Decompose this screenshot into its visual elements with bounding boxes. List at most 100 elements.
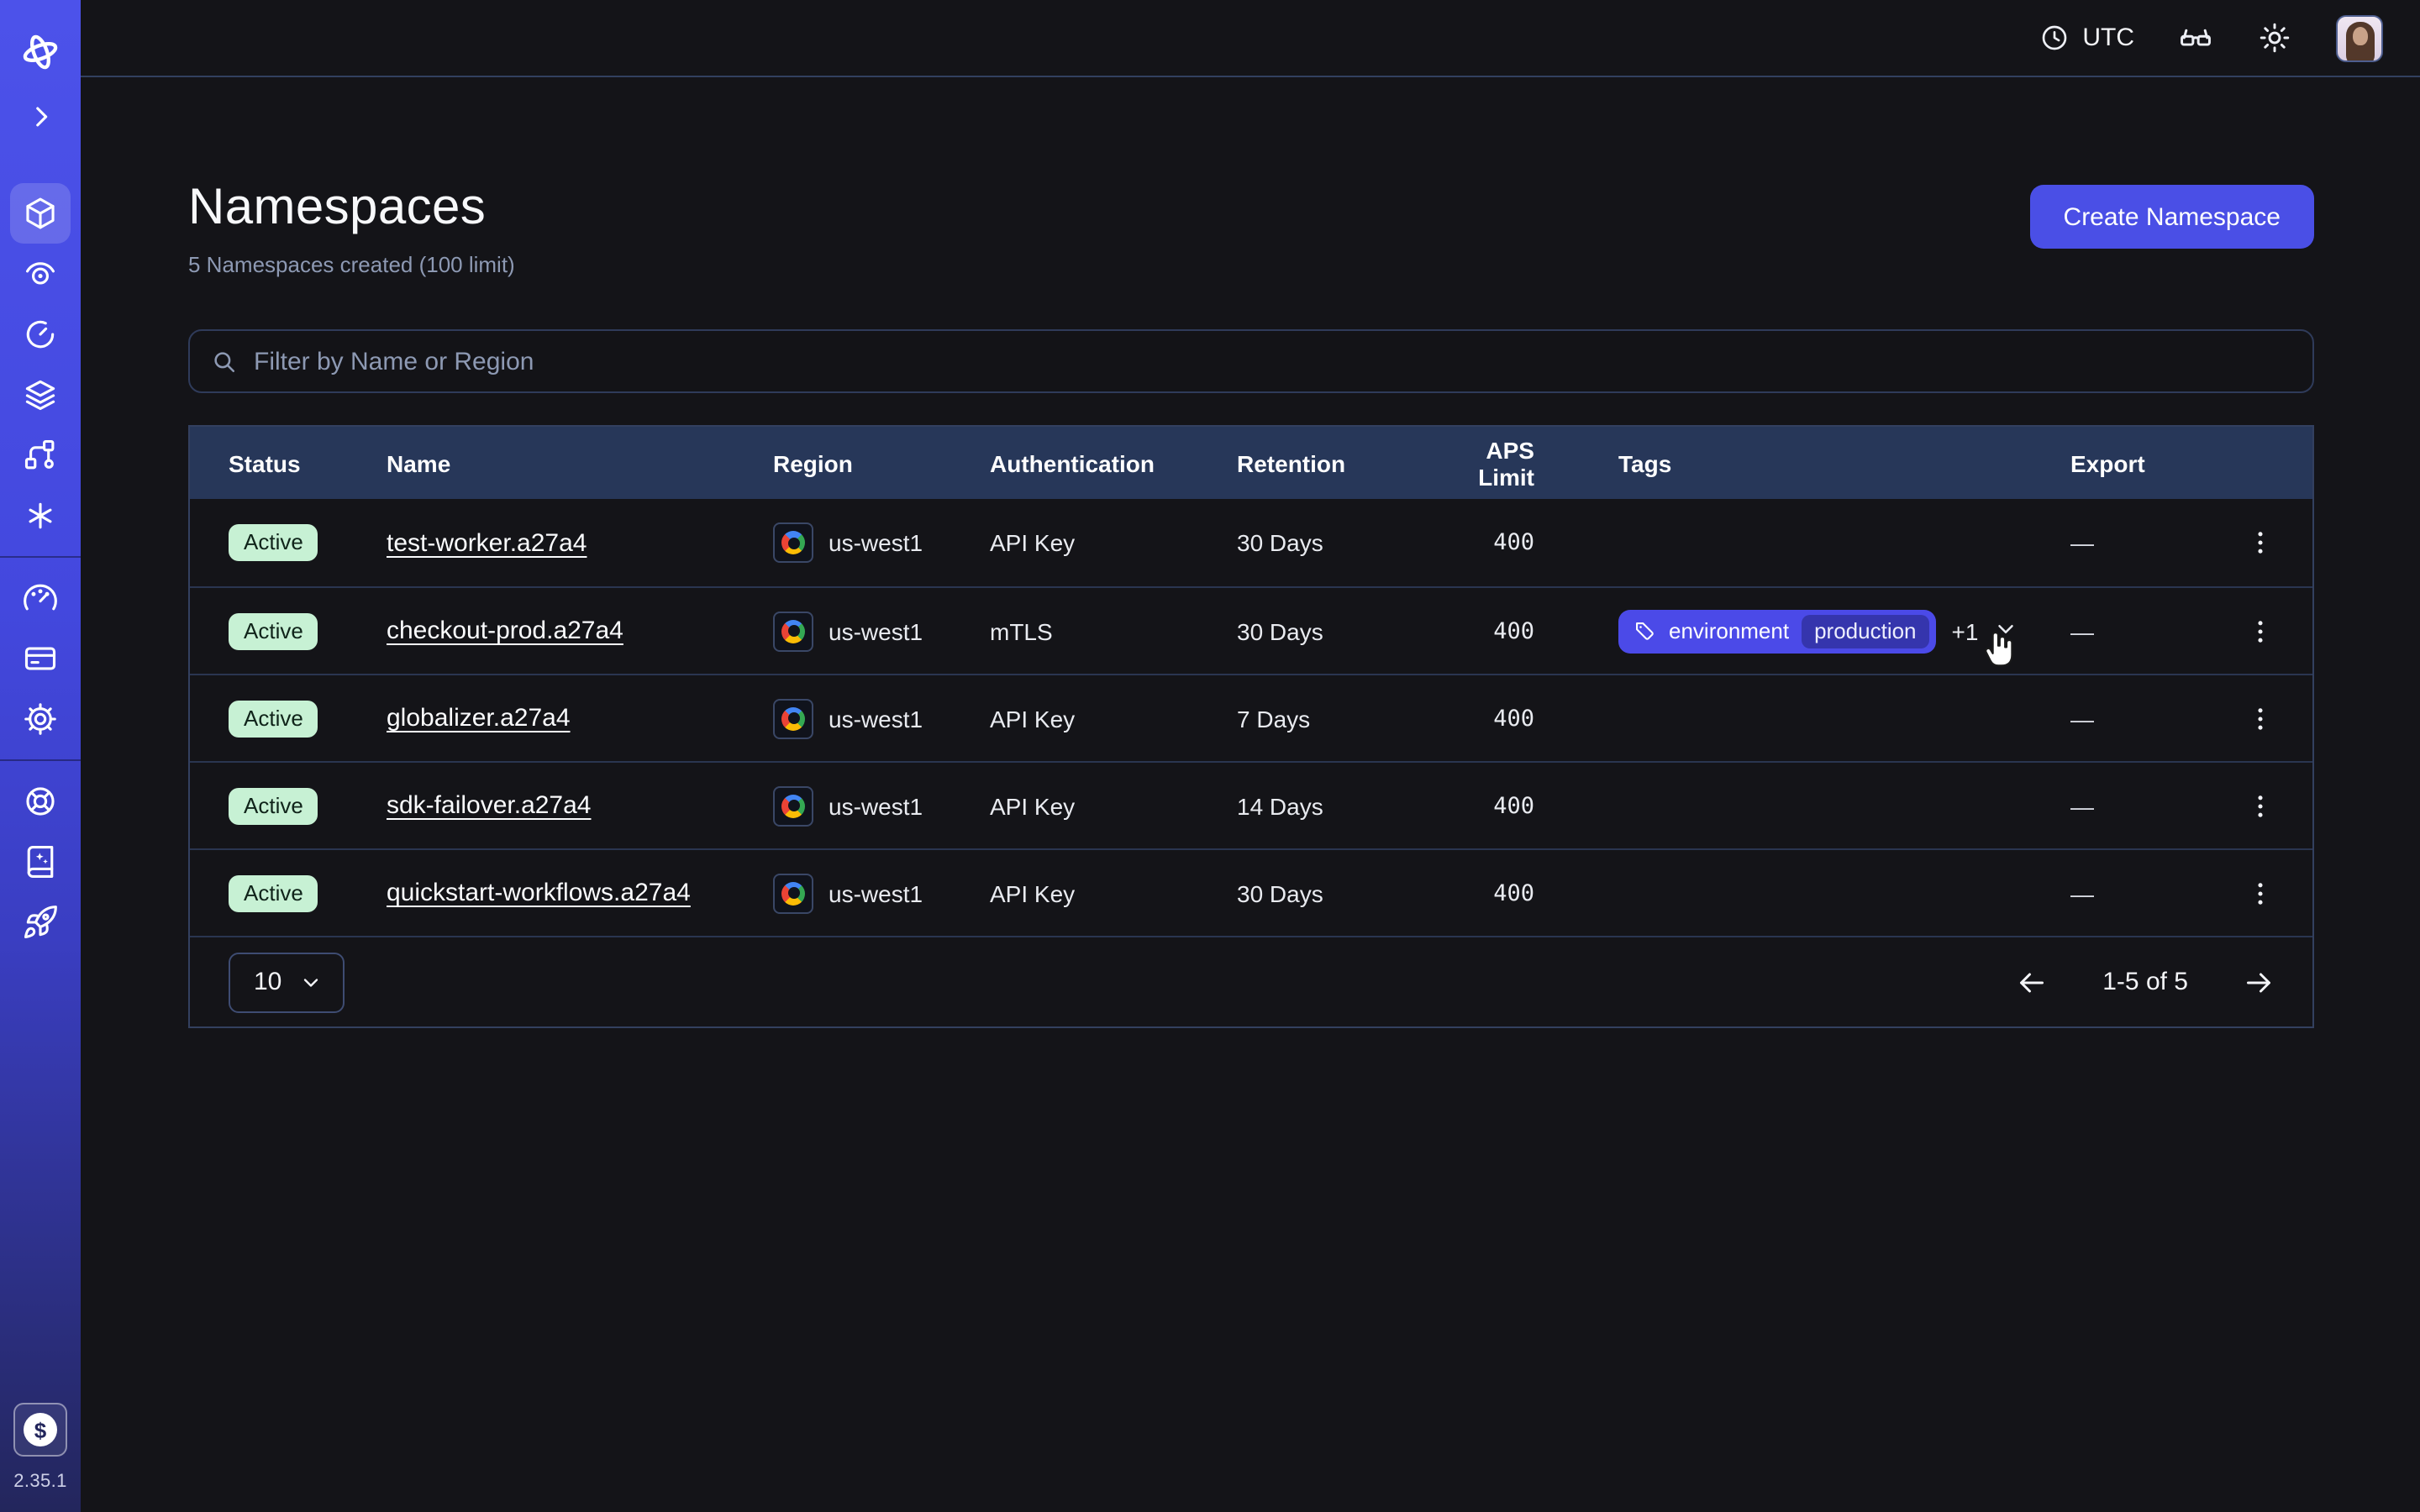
monitor-eye-icon [22,255,59,292]
sidebar-item-support[interactable] [10,771,71,832]
region-label: us-west1 [829,529,923,556]
retention-value: 7 Days [1237,705,1430,732]
region-label: us-west1 [829,792,923,819]
main-area: UTC Namespaces 5 Namespaces created (100… [81,0,2420,1512]
sidebar-divider [0,556,81,558]
page-header: Namespaces 5 Namespaces created (100 lim… [188,178,2314,277]
timer-icon [22,316,59,353]
auth-value: API Key [990,879,1237,906]
layers-icon [22,376,59,413]
retention-value: 14 Days [1237,792,1430,819]
life-ring-icon [22,783,59,820]
topbar: UTC [81,0,2420,77]
gcp-cloud-icon [773,785,813,826]
credits-button[interactable]: $ [13,1403,67,1457]
sidebar-item-docs[interactable] [10,832,71,892]
filter-input[interactable] [254,347,2292,375]
aps-limit-value: 400 [1430,879,1551,906]
export-value: — [2070,617,2207,644]
arrow-left-icon [2015,965,2049,999]
region-label: us-west1 [829,617,923,644]
book-sparkle-icon [22,843,59,880]
temporal-logo-icon[interactable] [10,22,71,82]
create-namespace-button[interactable]: Create Namespace [2030,185,2314,249]
gcp-cloud-icon [773,611,813,651]
timezone-selector[interactable]: UTC [2039,22,2134,54]
tags-more-count: +1 [1952,617,1979,644]
sidebar-item-usage[interactable] [10,568,71,628]
namespace-link[interactable]: quickstart-workflows.a27a4 [387,879,691,907]
table-header-row: Status Name Region Authentication Retent… [190,427,2312,499]
user-avatar[interactable] [2336,14,2383,61]
kebab-icon [2244,528,2275,558]
column-header-tags: Tags [1551,449,2070,476]
column-header-name: Name [387,449,773,476]
sidebar-item-schedules[interactable] [10,304,71,365]
aps-limit-value: 400 [1430,529,1551,556]
page-content: Namespaces 5 Namespaces created (100 lim… [81,77,2420,1028]
kebab-icon [2244,790,2275,821]
app-root: $ 2.35.1 UTC Namespaces 5 Namespaces cre… [0,0,2420,1512]
pager-range: 1-5 of 5 [2102,968,2188,996]
table-row: Active sdk-failover.a27a4 us-west1 API K… [190,761,2312,848]
arrow-right-icon [2242,965,2275,999]
status-badge: Active [229,524,318,561]
row-menu-button[interactable] [2236,695,2283,742]
sidebar-divider [0,759,81,761]
namespace-link[interactable]: checkout-prod.a27a4 [387,617,623,645]
page-subtitle: 5 Namespaces created (100 limit) [188,252,515,277]
gcp-cloud-icon [773,873,813,913]
row-menu-button[interactable] [2236,607,2283,654]
tag-value: production [1801,614,1929,648]
table-footer: 10 1-5 of 5 [190,936,2312,1026]
sidebar-item-nexus[interactable] [10,486,71,546]
sun-icon [2257,20,2292,55]
sidebar-item-billing[interactable] [10,628,71,689]
table-row: Active test-worker.a27a4 us-west1 API Ke… [190,499,2312,586]
sidebar-item-deployments[interactable] [10,425,71,486]
sidebar-item-settings[interactable] [10,689,71,749]
export-value: — [2070,792,2207,819]
asterisk-icon [22,497,59,534]
retention-value: 30 Days [1237,617,1430,644]
glasses-icon [2178,20,2213,55]
kebab-icon [2244,878,2275,908]
aps-limit-value: 400 [1430,792,1551,819]
theme-toggle[interactable] [2257,20,2292,55]
auth-value: API Key [990,792,1237,819]
cube-icon [22,195,59,232]
status-badge: Active [229,612,318,649]
namespace-link[interactable]: sdk-failover.a27a4 [387,791,592,820]
table-row: Active globalizer.a27a4 us-west1 API Key… [190,674,2312,761]
sidebar-item-namespaces[interactable] [10,183,71,244]
column-header-region: Region [773,449,990,476]
branch-icon [22,437,59,474]
tag-icon [1634,619,1657,643]
row-menu-button[interactable] [2236,782,2283,829]
kebab-icon [2244,616,2275,646]
tag-pill[interactable]: environment production [1618,609,1937,653]
export-value: — [2070,529,2207,556]
gear-icon [22,701,59,738]
labs-toggle[interactable] [2178,20,2213,55]
export-value: — [2070,879,2207,906]
chevron-down-icon [1993,616,2018,641]
namespace-link[interactable]: test-worker.a27a4 [387,528,587,557]
sidebar-item-monitoring[interactable] [10,244,71,304]
gcp-cloud-icon [773,698,813,738]
namespace-link[interactable]: globalizer.a27a4 [387,704,571,732]
row-menu-button[interactable] [2236,869,2283,916]
next-page-button[interactable] [2242,965,2275,999]
tags-expand-button[interactable] [1993,616,2018,646]
aps-limit-value: 400 [1430,617,1551,644]
gcp-cloud-icon [773,522,813,563]
previous-page-button[interactable] [2015,965,2049,999]
tags-cell: environment production +1 [1551,609,2070,653]
page-size-select[interactable]: 10 [229,952,344,1012]
sidebar-item-getting-started[interactable] [10,892,71,953]
sidebar-expand-button[interactable] [10,86,71,146]
row-menu-button[interactable] [2236,519,2283,566]
sidebar-item-batch[interactable] [10,365,71,425]
search-icon [210,347,239,375]
retention-value: 30 Days [1237,879,1430,906]
